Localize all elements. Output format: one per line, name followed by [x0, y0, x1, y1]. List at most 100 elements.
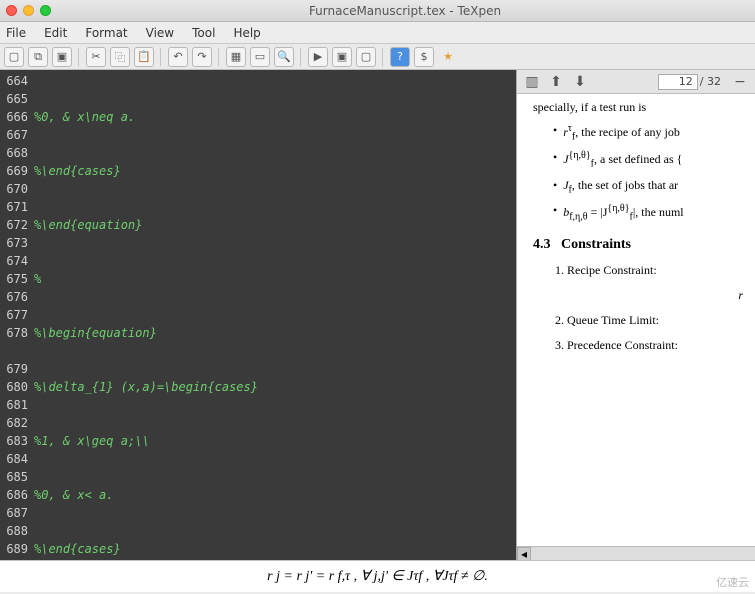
code-line: %\end{equation}: [34, 218, 142, 232]
save-icon[interactable]: ▣: [52, 47, 72, 67]
line-number: 680: [0, 378, 32, 396]
redo-icon[interactable]: ↷: [192, 47, 212, 67]
cut-icon[interactable]: ✂: [86, 47, 106, 67]
title-bar: FurnaceManuscript.tex - TeXpen: [0, 0, 755, 22]
scrollbar-horizontal[interactable]: ◂: [517, 546, 755, 560]
dollar-icon[interactable]: $: [414, 47, 434, 67]
find-icon[interactable]: 🔍: [274, 47, 294, 67]
watermark: 亿速云: [716, 574, 749, 590]
line-number: 677: [0, 306, 32, 324]
line-number: 676: [0, 288, 32, 306]
preview-content[interactable]: specially, if a test run is rτf, the rec…: [517, 94, 755, 560]
code-line: %\end{cases}: [34, 164, 121, 178]
code-line: %\delta_{1} (x,a)=\begin{cases}: [34, 380, 258, 394]
undo-icon[interactable]: ↶: [168, 47, 188, 67]
line-number: 689: [0, 540, 32, 558]
editor-pane[interactable]: 6646656666676686696706716726736746756766…: [0, 70, 516, 560]
toolbar: ▢ ⧉ ▣ ✂ ⿻ 📋 ↶ ↷ ▦ ▭ 🔍 ▶ ▣ ▢ ? $ ★: [0, 44, 755, 70]
separator: [78, 48, 80, 66]
close-icon[interactable]: [6, 5, 17, 16]
main-area: 6646656666676686696706716726736746756766…: [0, 70, 755, 560]
line-number: 679: [0, 360, 32, 378]
line-number: 675: [0, 270, 32, 288]
menu-view[interactable]: View: [146, 26, 174, 40]
line-number: 674: [0, 252, 32, 270]
code-line: %\end{cases}: [34, 542, 121, 556]
line-number: 672: [0, 216, 32, 234]
line-number: 687: [0, 504, 32, 522]
line-number: 665: [0, 90, 32, 108]
window-title: FurnaceManuscript.tex - TeXpen: [61, 4, 749, 18]
line-number: 670: [0, 180, 32, 198]
line-number: 684: [0, 450, 32, 468]
line-number: 664: [0, 72, 32, 90]
line-number: 683: [0, 432, 32, 450]
page-current-input[interactable]: 12: [658, 74, 698, 90]
line-number: 685: [0, 468, 32, 486]
equation-text: r j = r j' = r f,τ , ∀ j,j' ∈ Jτf , ∀Jτf…: [267, 568, 488, 585]
preview-toolbar: ▥ ⬆ ⬇ 12 / 32 −: [517, 70, 755, 94]
section-heading: 4.3 Constraints: [533, 237, 743, 253]
line-number: 666: [0, 108, 32, 126]
preview-pane: ▥ ⬆ ⬇ 12 / 32 − specially, if a test run…: [516, 70, 755, 560]
list-item: J{η,θ}f, a set defined as {: [553, 150, 743, 169]
separator: [300, 48, 302, 66]
line-number: 671: [0, 198, 32, 216]
menu-format[interactable]: Format: [85, 26, 127, 40]
open-icon[interactable]: ⧉: [28, 47, 48, 67]
code-line: %0, & x\neq a.: [34, 110, 135, 124]
menu-tool[interactable]: Tool: [192, 26, 215, 40]
separator: [218, 48, 220, 66]
separator: [382, 48, 384, 66]
menu-help[interactable]: Help: [233, 26, 260, 40]
code-line: %: [34, 272, 41, 286]
run-icon[interactable]: ▶: [308, 47, 328, 67]
list-item: 2. Queue Time Limit:: [555, 313, 743, 328]
list-item: 1. Recipe Constraint:: [555, 263, 743, 278]
line-number: 667: [0, 126, 32, 144]
line-gutter: 6646656666676686696706716726736746756766…: [0, 70, 32, 558]
line-number: 681: [0, 396, 32, 414]
menu-edit[interactable]: Edit: [44, 26, 67, 40]
list-item: rτf, the recipe of any job: [553, 123, 743, 142]
equation-fragment: r: [555, 288, 743, 303]
paste-icon[interactable]: 📋: [134, 47, 154, 67]
minimize-icon[interactable]: [23, 5, 34, 16]
ordered-list: 1. Recipe Constraint: r 2. Queue Time Li…: [555, 263, 743, 353]
zoom-out-icon[interactable]: −: [731, 73, 749, 91]
step-icon[interactable]: ▣: [332, 47, 352, 67]
list-item: bf,η,θ = |J{η,θ}f|, the numl: [553, 203, 743, 222]
menu-bar: File Edit Format View Tool Help: [0, 22, 755, 44]
code-line: %0, & x< a.: [34, 488, 113, 502]
page-down-icon[interactable]: ⬇: [571, 73, 589, 91]
help-icon[interactable]: ?: [390, 47, 410, 67]
page-indicator: 12 / 32 −: [658, 73, 749, 91]
star-icon[interactable]: ★: [438, 47, 458, 67]
stop-icon[interactable]: ▢: [356, 47, 376, 67]
zoom-icon[interactable]: [40, 5, 51, 16]
image-icon[interactable]: ▭: [250, 47, 270, 67]
separator: [160, 48, 162, 66]
list-item: 3. Precedence Constraint:: [555, 338, 743, 353]
equation-footer: r j = r j' = r f,τ , ∀ j,j' ∈ Jτf , ∀Jτf…: [0, 560, 755, 592]
line-number: 673: [0, 234, 32, 252]
copy-icon[interactable]: ⿻: [110, 47, 130, 67]
line-number: 686: [0, 486, 32, 504]
preview-text: specially, if a test run is: [533, 100, 743, 115]
sidebar-toggle-icon[interactable]: ▥: [523, 73, 541, 91]
code-line: %\begin{equation}: [34, 326, 157, 340]
line-number: 678: [0, 324, 32, 360]
list-item: Jf, the set of jobs that ar: [553, 178, 743, 195]
page-total: / 32: [700, 75, 721, 88]
menu-file[interactable]: File: [6, 26, 26, 40]
line-number: 688: [0, 522, 32, 540]
page-up-icon[interactable]: ⬆: [547, 73, 565, 91]
line-number: 669: [0, 162, 32, 180]
traffic-lights: [6, 5, 51, 16]
line-number: 682: [0, 414, 32, 432]
code-area[interactable]: %0, & x\neq a. %\end{cases} %\end{equati…: [34, 70, 516, 560]
line-number: 668: [0, 144, 32, 162]
code-line: %1, & x\geq a;\\: [34, 434, 150, 448]
table-icon[interactable]: ▦: [226, 47, 246, 67]
new-icon[interactable]: ▢: [4, 47, 24, 67]
